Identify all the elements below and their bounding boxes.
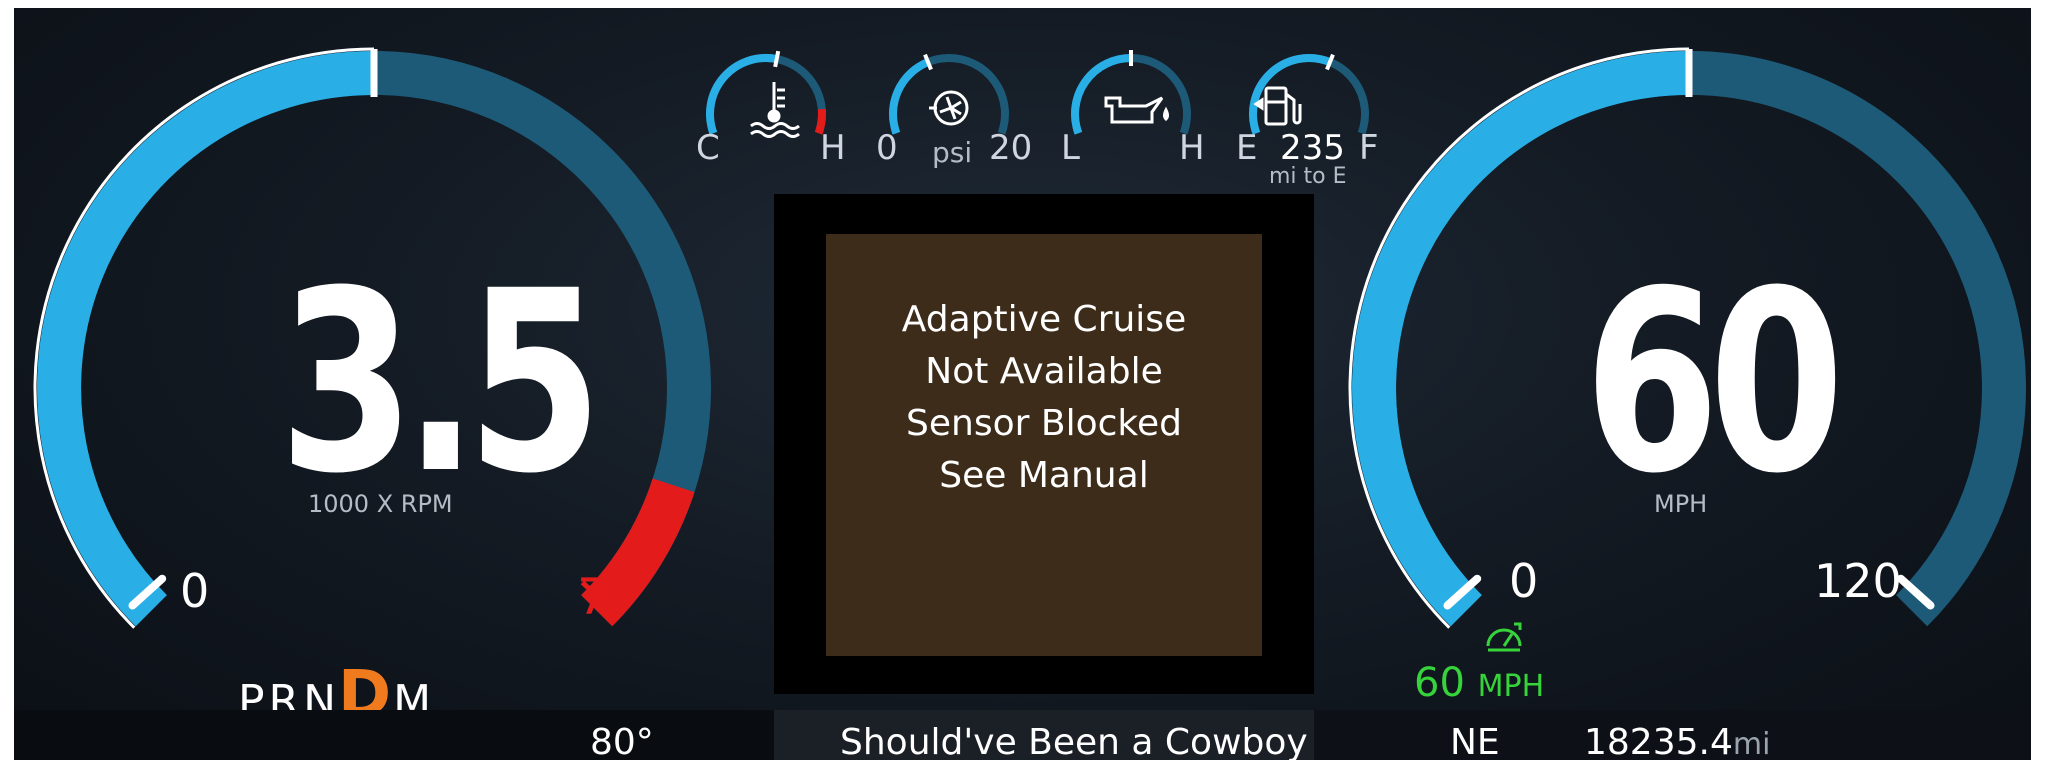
odometer-value: 18235.4 (1584, 722, 1733, 760)
turbo-low-label: 0 (876, 128, 898, 168)
message-center: Adaptive Cruise Not Available Sensor Blo… (774, 194, 1314, 694)
message-text: Adaptive Cruise Not Available Sensor Blo… (826, 294, 1262, 502)
coolant-high-label: H (820, 128, 846, 168)
turbo-boost-icon (929, 90, 969, 126)
fuel-range-value: 235 (1280, 128, 1345, 168)
speedometer-max-label: 120 (1814, 554, 1902, 608)
turbo-gauge-fill (889, 58, 930, 135)
cruise-speedometer-icon (1486, 622, 1522, 652)
tachometer-min-label: 0 (180, 564, 210, 618)
oil-low-label: L (1061, 128, 1080, 168)
message-line-2: Not Available (925, 351, 1163, 392)
speedometer-unit: MPH (1654, 490, 1708, 518)
tachometer-value: 3.5 (279, 237, 603, 528)
speedometer-value: 60 (1584, 237, 1844, 528)
tachometer-redline-label: 7 (577, 568, 609, 626)
coolant-low-label: C (696, 128, 720, 168)
odometer-unit: mi (1732, 727, 1771, 760)
turbo-gauge (889, 53, 1009, 135)
cruise-set-speed: 60 MPH (1414, 660, 1544, 706)
fuel-range-unit: mi to E (1269, 164, 1347, 189)
cruise-speed-unit: MPH (1477, 669, 1545, 704)
turbo-high-label: 20 (989, 128, 1033, 168)
message-line-4: See Manual (939, 455, 1149, 496)
coolant-temp-icon (750, 82, 800, 138)
compass-heading: NE (1450, 722, 1500, 760)
oil-pressure-icon (1104, 96, 1169, 124)
message-panel: Adaptive Cruise Not Available Sensor Blo… (826, 234, 1262, 656)
instrument-cluster: 3.5 1000 X RPM 0 7 PRNDM C H 0 psi 20 L … (14, 8, 2031, 760)
coolant-gauge-fill (706, 53, 778, 135)
cruise-speed-value: 60 (1414, 660, 1465, 706)
fuel-gauge (1249, 53, 1369, 135)
speedometer-min-label: 0 (1509, 554, 1539, 608)
message-line-3: Sensor Blocked (906, 403, 1182, 444)
fuel-low-label: E (1236, 128, 1258, 168)
coolant-gauge-needle (773, 50, 781, 68)
oil-high-label: H (1179, 128, 1205, 168)
fuel-high-label: F (1359, 128, 1379, 168)
turbo-unit-label: psi (932, 136, 973, 169)
message-line-1: Adaptive Cruise (901, 299, 1187, 340)
song-title[interactable]: Should've Been a Cowboy (840, 722, 1308, 760)
outside-temperature: 80° (590, 722, 654, 760)
odometer: 18235.4mi (1584, 722, 1770, 760)
tachometer-unit: 1000 X RPM (308, 490, 453, 518)
coolant-gauge (706, 50, 826, 135)
fuel-pump-icon (1253, 86, 1302, 126)
